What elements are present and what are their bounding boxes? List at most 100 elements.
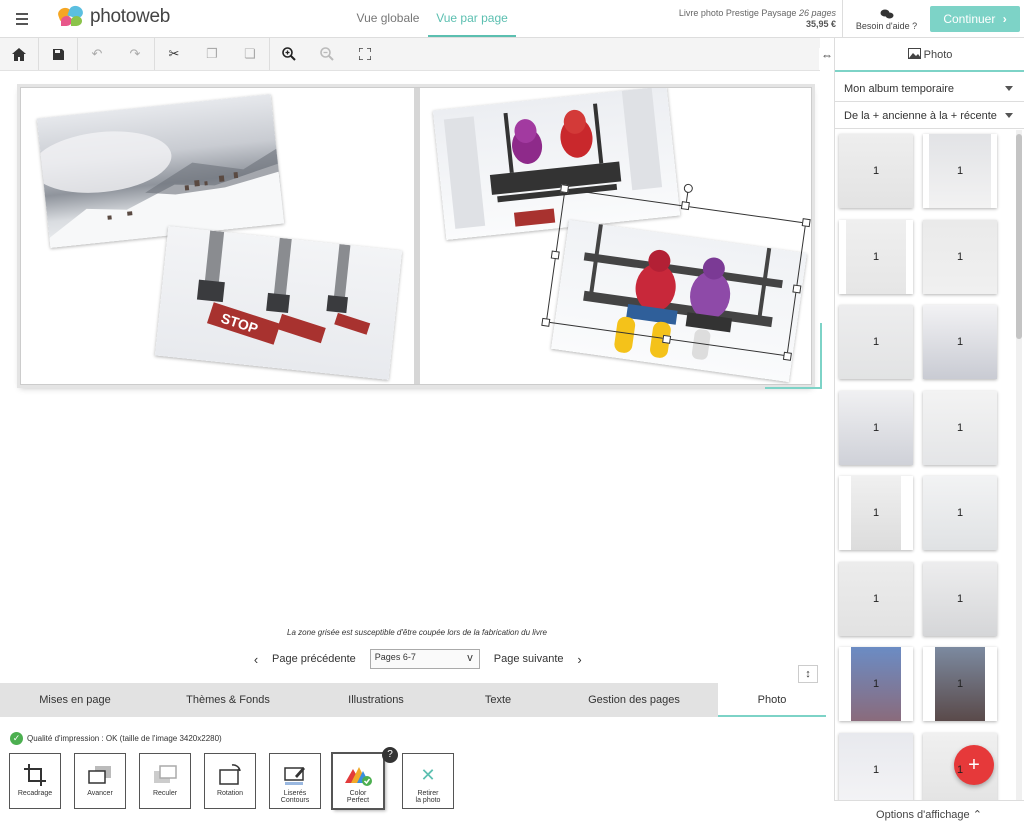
crop-button[interactable]: Recadrage	[9, 753, 61, 809]
prev-page-button[interactable]: Page précédente	[272, 653, 356, 665]
sidebar-tab-photo[interactable]: Photo	[835, 38, 1024, 72]
help-badge[interactable]: ?	[382, 747, 398, 763]
remove-photo-button[interactable]: ✕ Retirer la photo	[402, 753, 454, 809]
product-price: 35,95 €	[805, 19, 836, 29]
bring-forward-button[interactable]: Avancer	[74, 753, 126, 809]
usage-count: 1	[956, 507, 964, 519]
undo-icon[interactable]: ↶	[78, 38, 116, 70]
help-button[interactable]: Besoin d'aide ?	[842, 0, 930, 38]
display-options-button[interactable]: Options d'affichage ⌃	[834, 800, 1024, 829]
chat-bubbles-icon	[843, 9, 930, 21]
chevron-down-icon: v	[467, 652, 473, 664]
photo-thumbnail[interactable]: 1	[839, 476, 913, 550]
book-spine	[414, 88, 420, 384]
cut-icon[interactable]: ✂	[155, 38, 193, 70]
usage-count: 1	[956, 763, 964, 776]
photo-thumbnail[interactable]: 1	[839, 732, 913, 802]
tab-vue-globale[interactable]: Vue globale	[348, 0, 428, 37]
resize-handle[interactable]	[801, 218, 811, 228]
resize-handle[interactable]	[550, 250, 560, 260]
logo[interactable]: photoweb	[56, 3, 170, 28]
usage-count: 1	[956, 592, 964, 605]
resize-handle[interactable]	[560, 184, 570, 194]
photo-thumbnail[interactable]: 1	[839, 647, 913, 721]
album-select-value: Mon album temporaire	[844, 83, 955, 95]
usage-count: 1	[956, 165, 964, 177]
color-perfect-label-2: Perfect	[346, 797, 370, 804]
home-icon[interactable]	[0, 38, 38, 70]
resize-handle[interactable]	[662, 334, 672, 344]
fullscreen-icon[interactable]	[346, 38, 384, 70]
bring-forward-icon	[75, 760, 125, 790]
image-icon	[907, 48, 924, 61]
photo-thumbnail[interactable]: 1	[923, 219, 997, 294]
tab-vue-par-page[interactable]: Vue par page	[428, 0, 516, 37]
tab-mises-en-page[interactable]: Mises en page	[0, 683, 150, 717]
send-backward-button[interactable]: Reculer	[139, 753, 191, 809]
usage-count: 1	[872, 507, 880, 519]
usage-count: 1	[872, 250, 880, 263]
help-label: Besoin d'aide ?	[855, 21, 918, 31]
color-perfect-button[interactable]: Color Perfect	[332, 753, 384, 809]
photo-thumbnail[interactable]: 1	[923, 305, 997, 379]
usage-count: 1	[872, 421, 880, 434]
photo-thumbnail[interactable]: 1	[839, 390, 913, 465]
borders-button[interactable]: Liserés Contours	[269, 753, 321, 809]
tab-themes-fonds[interactable]: Thèmes & Fonds	[150, 683, 306, 717]
tab-illustrations[interactable]: Illustrations	[306, 683, 446, 717]
tab-gestion-pages[interactable]: Gestion des pages	[550, 683, 718, 717]
display-options-label: Options d'affichage	[876, 809, 970, 821]
sidebar-tab-label: Photo	[923, 49, 953, 61]
color-perfect-icon	[333, 760, 383, 790]
photo-book-editor: photoweb Vue globale Vue par page Livre …	[0, 0, 1024, 829]
top-bar: photoweb Vue globale Vue par page Livre …	[0, 0, 1024, 38]
chevron-right-icon[interactable]: ›	[570, 652, 590, 667]
photo-thumbnail[interactable]: 1	[839, 561, 913, 636]
photo-thumbnail[interactable]: 1	[923, 134, 997, 208]
chevron-left-icon[interactable]: ‹	[246, 652, 266, 667]
expand-panel-icon[interactable]: ↕	[798, 665, 818, 683]
usage-count: 1	[956, 678, 964, 690]
photo-snowy-valley[interactable]	[36, 94, 285, 248]
paste-icon[interactable]: ❏	[231, 38, 269, 70]
collapse-sidebar-icon[interactable]: ⇔	[819, 48, 835, 70]
photo-thumbnail[interactable]: 1	[839, 219, 913, 294]
photo-thumbnail[interactable]: 1	[839, 134, 913, 208]
page-canvas: STOP La zone grisée est susceptible d'êt…	[0, 71, 834, 683]
crop-label: Recadrage	[17, 790, 53, 797]
product-name: Livre photo Prestige Paysage	[678, 8, 797, 18]
logo-butterfly-icon	[56, 3, 86, 28]
zoom-in-icon[interactable]	[270, 38, 308, 70]
photo-stop-signs[interactable]: STOP	[154, 226, 403, 380]
photo-thumbnail[interactable]: 1	[923, 476, 997, 550]
chevron-down-icon	[1005, 113, 1013, 118]
photo-thumbnail[interactable]: 1	[839, 305, 913, 379]
resize-handle[interactable]	[541, 317, 551, 327]
photo-thumbnail[interactable]: 1	[923, 561, 997, 636]
crop-icon	[10, 760, 60, 790]
album-select[interactable]: Mon album temporaire	[835, 75, 1024, 102]
photo-sidebar: Photo Mon album temporaire De la + ancie…	[834, 38, 1024, 829]
chevron-down-icon	[1005, 86, 1013, 91]
sort-select[interactable]: De la + ancienne à la + récente	[835, 102, 1024, 129]
sidebar-scrollbar[interactable]	[1016, 130, 1022, 802]
tab-photo[interactable]: Photo	[718, 683, 826, 717]
continue-label: Continuer	[943, 12, 996, 26]
bottom-tabs: Mises en page Thèmes & Fonds Illustratio…	[0, 683, 826, 717]
hamburger-menu-icon[interactable]	[10, 9, 34, 29]
save-icon[interactable]	[39, 38, 77, 70]
usage-count: 1	[956, 421, 964, 434]
resize-handle[interactable]	[680, 201, 690, 211]
redo-icon[interactable]: ↷	[116, 38, 154, 70]
copy-icon[interactable]: ❐	[193, 38, 231, 70]
tab-texte[interactable]: Texte	[446, 683, 550, 717]
rotation-button[interactable]: Rotation	[204, 753, 256, 809]
photo-thumbnail[interactable]: 1	[923, 647, 997, 721]
zoom-out-icon[interactable]	[308, 38, 346, 70]
bring-forward-label: Avancer	[87, 790, 113, 797]
resize-handle[interactable]	[792, 284, 802, 294]
next-page-button[interactable]: Page suivante	[494, 653, 564, 665]
continue-button[interactable]: Continuer ›	[930, 6, 1020, 32]
page-select[interactable]: Pages 6-7 v	[369, 649, 480, 669]
photo-thumbnail[interactable]: 1	[923, 390, 997, 465]
